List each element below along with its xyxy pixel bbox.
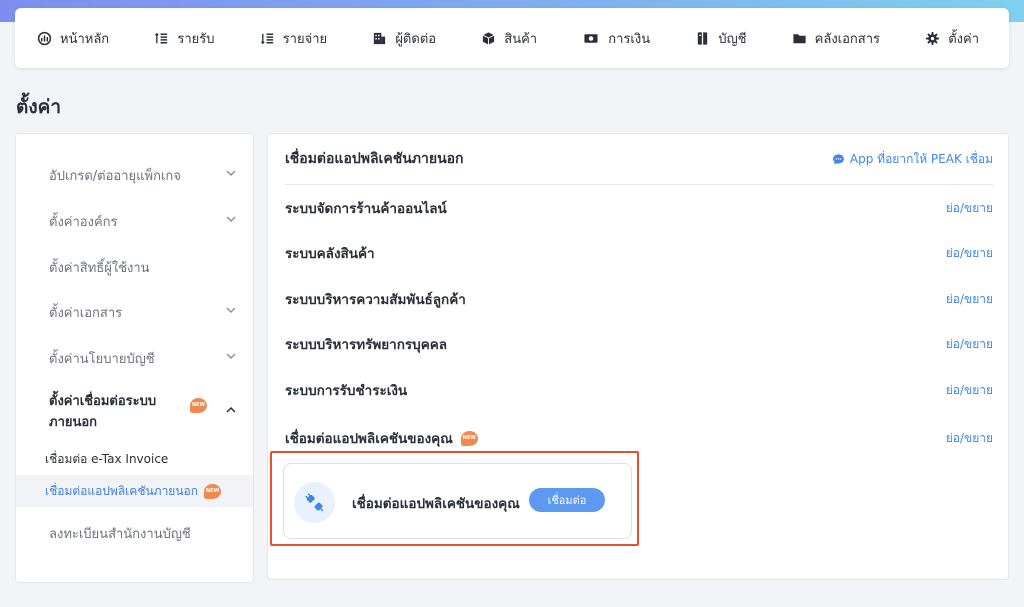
collapse-toggle[interactable]: ย่อ/ขยาย xyxy=(946,335,993,354)
category-name: เชื่อมต่อแอปพลิเคชันของคุณ NEW xyxy=(285,427,478,449)
sidebar-item-label-line1: ตั้งค่าเชื่อมต่อระบบ xyxy=(49,394,157,409)
page-title: ตั้งค่า xyxy=(16,96,61,118)
category-row-hr: ระบบบริหารทรัพยากรบุคคล ย่อ/ขยาย xyxy=(285,333,993,355)
gear-icon xyxy=(926,31,940,45)
sidebar-subitem-etax[interactable]: เชื่อมต่อ e-Tax Invoice xyxy=(16,443,253,475)
sidebar-subitem-label: เชื่อมต่อ e-Tax Invoice xyxy=(45,451,169,466)
nav-label: ตั้งค่า xyxy=(948,31,979,47)
chevron-down-icon xyxy=(226,353,236,359)
sidebar-item-permissions[interactable]: ตั้งค่าสิทธิ์ผู้ใช้งาน xyxy=(16,254,253,276)
category-name: ระบบบริหารทรัพยากรบุคคล xyxy=(285,337,448,353)
category-row-inventory: ระบบคลังสินค้า ย่อ/ขยาย xyxy=(285,242,993,264)
panel-header: เชื่อมต่อแอปพลิเคชันภายนอก App ที่อยากให… xyxy=(285,134,993,185)
new-badge: NEW xyxy=(204,483,222,499)
collapse-toggle[interactable]: ย่อ/ขยาย xyxy=(946,290,993,309)
chat-bubble-icon xyxy=(833,153,844,165)
settings-sidebar: อัปเกรด/ต่ออายุแพ็กเกจ ตั้งค่าองค์กร ตั้… xyxy=(15,133,254,583)
nav-label: รายจ่าย xyxy=(282,31,328,47)
sidebar-subitem-label: เชื่อมต่อแอปพลิเคชันภายนอก xyxy=(45,483,199,498)
highlight-annotation-box xyxy=(270,451,639,546)
sidebar-item-accounting-policy[interactable]: ตั้งค่านโยบายบัญชี xyxy=(16,345,253,367)
nav-item-products[interactable]: สินค้า xyxy=(481,28,537,49)
collapse-toggle[interactable]: ย่อ/ขยาย xyxy=(946,199,993,218)
category-row-payment: ระบบการรับชำระเงิน ย่อ/ขยาย xyxy=(285,379,993,401)
request-app-link[interactable]: App ที่อยากให้ PEAK เชื่อม xyxy=(832,150,993,169)
income-list-icon xyxy=(155,32,168,43)
sidebar-item-label: ลงทะเบียนสำนักงานบัญชี xyxy=(49,527,191,542)
sidebar-item-label: ตั้งค่านโยบายบัญชี xyxy=(49,352,155,367)
sidebar-item-label: ตั้งค่าเชื่อมต่อระบบ ภายนอก xyxy=(49,391,156,433)
nav-item-expense[interactable]: รายจ่าย xyxy=(260,28,327,49)
chevron-down-icon xyxy=(226,216,236,222)
contacts-icon xyxy=(374,32,386,44)
sidebar-item-label: ตั้งค่าองค์กร xyxy=(49,215,118,230)
sidebar-item-documents[interactable]: ตั้งค่าเอกสาร xyxy=(16,299,253,321)
sidebar-item-package[interactable]: อัปเกรด/ต่ออายุแพ็กเกจ xyxy=(16,162,253,184)
chevron-down-icon xyxy=(226,170,236,176)
category-name: ระบบบริหารความสัมพันธ์ลูกค้า xyxy=(285,292,466,308)
chevron-up-icon xyxy=(226,406,236,413)
category-name: ระบบจัดการร้านค้าออนไลน์ xyxy=(285,201,447,217)
collapse-toggle[interactable]: ย่อ/ขยาย xyxy=(946,381,993,400)
nav-item-accounting[interactable]: บัญชี xyxy=(695,28,746,49)
nav-item-home[interactable]: หน้าหลัก xyxy=(37,28,109,49)
main-navbar: หน้าหลัก รายรับ รายจ่าย ผู้ติดต่อ สินค้า… xyxy=(15,8,1009,68)
sidebar-item-register-office[interactable]: ลงทะเบียนสำนักงานบัญชี xyxy=(16,520,253,542)
nav-item-contacts[interactable]: ผู้ติดต่อ xyxy=(372,28,436,49)
nav-label: การเงิน xyxy=(608,31,651,47)
sidebar-item-label: ตั้งค่าสิทธิ์ผู้ใช้งาน xyxy=(49,261,150,276)
category-row-your-app: เชื่อมต่อแอปพลิเคชันของคุณ NEW ย่อ/ขยาย xyxy=(285,427,993,449)
nav-label: หน้าหลัก xyxy=(60,31,110,47)
new-badge: NEW xyxy=(460,430,478,446)
dashboard-icon xyxy=(37,31,52,45)
sidebar-subitem-external-apps[interactable]: เชื่อมต่อแอปพลิเคชันภายนอก NEW xyxy=(16,475,253,507)
category-row-crm: ระบบบริหารความสัมพันธ์ลูกค้า ย่อ/ขยาย xyxy=(285,288,993,310)
panel-title: เชื่อมต่อแอปพลิเคชันภายนอก xyxy=(285,151,464,167)
nav-label: สินค้า xyxy=(504,31,538,47)
ledger-icon xyxy=(698,31,708,45)
sidebar-item-external-integration[interactable]: ตั้งค่าเชื่อมต่อระบบ ภายนอก NEW xyxy=(16,390,253,434)
collapse-toggle[interactable]: ย่อ/ขยาย xyxy=(946,429,993,448)
collapse-toggle[interactable]: ย่อ/ขยาย xyxy=(946,244,993,263)
nav-label: บัญชี xyxy=(718,31,747,47)
sidebar-item-label: อัปเกรด/ต่ออายุแพ็กเกจ xyxy=(49,169,181,184)
nav-item-income[interactable]: รายรับ xyxy=(154,28,215,49)
nav-item-finance[interactable]: การเงิน xyxy=(582,28,650,49)
nav-label: รายรับ xyxy=(177,31,215,47)
category-name-text: เชื่อมต่อแอปพลิเคชันของคุณ xyxy=(285,431,453,447)
sidebar-item-organization[interactable]: ตั้งค่าองค์กร xyxy=(16,208,253,230)
nav-item-documents[interactable]: คลังเอกสาร xyxy=(792,28,880,49)
category-name: ระบบคลังสินค้า xyxy=(285,246,375,262)
chevron-down-icon xyxy=(226,307,236,313)
new-badge: NEW xyxy=(190,398,207,413)
category-row-online-store: ระบบจัดการร้านค้าออนไลน์ ย่อ/ขยาย xyxy=(285,197,993,219)
box-icon xyxy=(482,31,495,45)
nav-label: ผู้ติดต่อ xyxy=(395,31,437,47)
money-icon xyxy=(584,33,598,43)
category-name: ระบบการรับชำระเงิน xyxy=(285,383,408,399)
sidebar-item-label-line2: ภายนอก xyxy=(49,415,98,430)
sidebar-item-label: ตั้งค่าเอกสาร xyxy=(49,306,123,321)
nav-item-settings[interactable]: ตั้งค่า xyxy=(925,28,979,49)
folder-icon xyxy=(793,33,806,43)
request-app-label: App ที่อยากให้ PEAK เชื่อม xyxy=(849,151,993,166)
nav-label: คลังเอกสาร xyxy=(814,31,881,47)
expense-list-icon xyxy=(260,33,273,44)
